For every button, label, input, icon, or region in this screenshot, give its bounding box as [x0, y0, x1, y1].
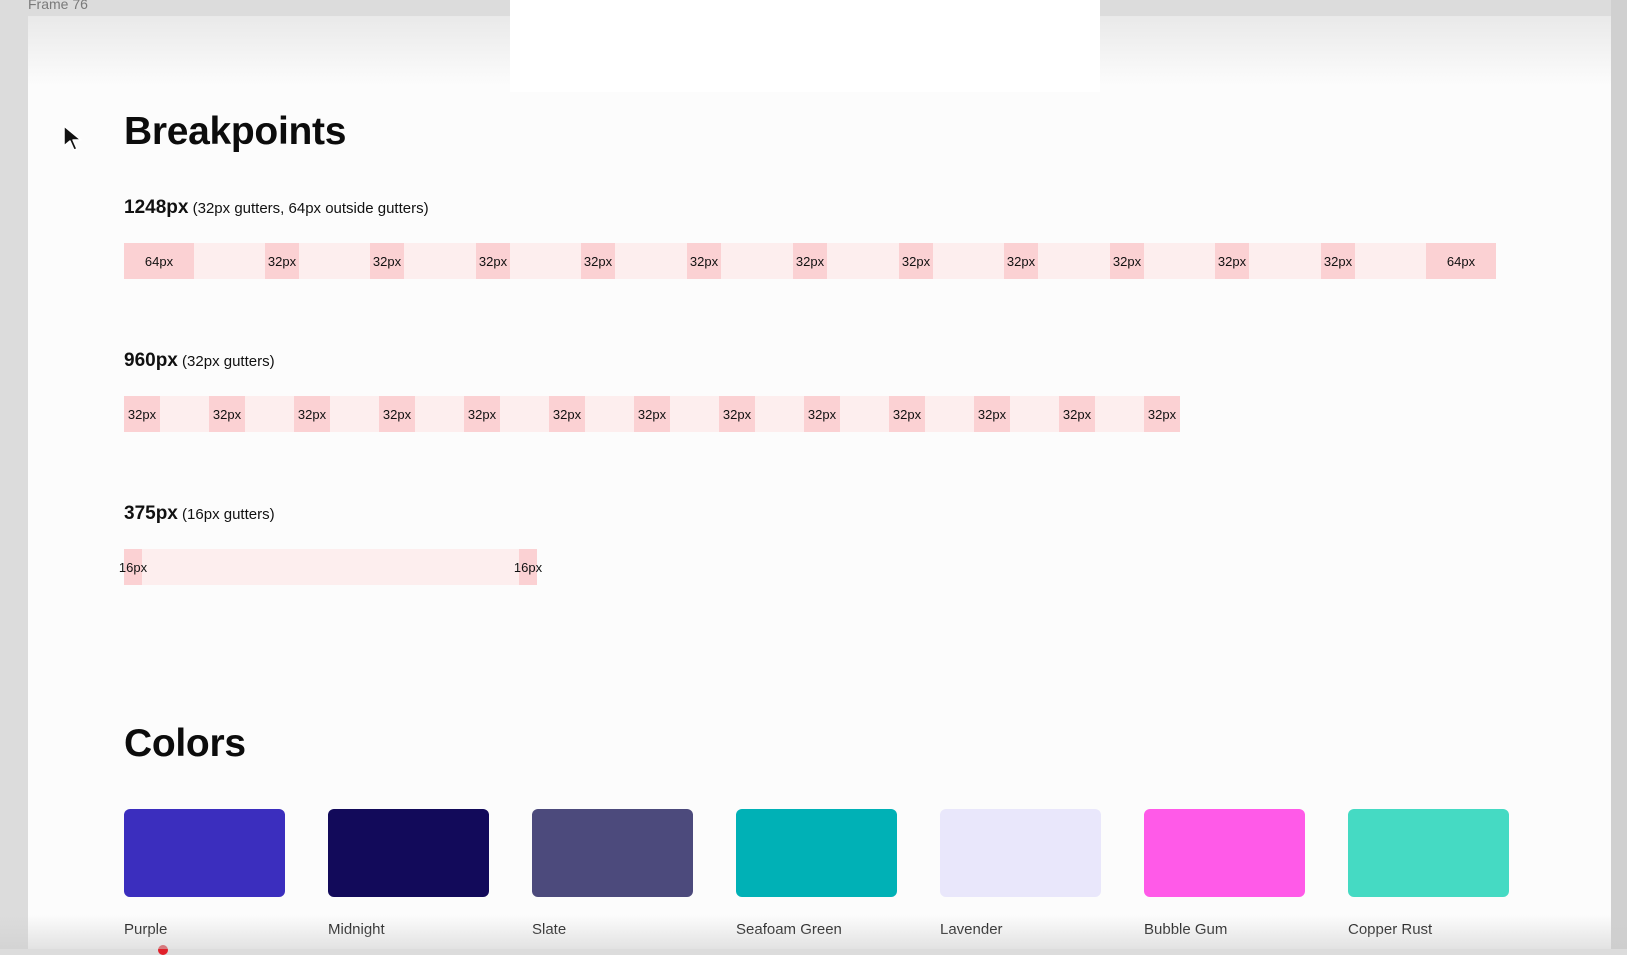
gutter-marker: 32px: [1215, 243, 1249, 279]
gutter-marker: 32px: [804, 396, 840, 432]
color-swatch[interactable]: [1144, 809, 1305, 897]
breakpoint-375-grid: 16px 16px: [119, 549, 542, 585]
gutter-marker: 32px: [634, 396, 670, 432]
color-swatch[interactable]: [1348, 809, 1509, 897]
gutter-marker: 32px: [687, 243, 721, 279]
breakpoint-note: (32px gutters, 64px outside gutters): [192, 200, 429, 217]
gutter-marker: 32px: [265, 243, 299, 279]
gutter-marker: 32px: [124, 396, 160, 432]
breakpoint-960-title: 960px (32px gutters): [124, 350, 275, 372]
gutter-marker: 32px: [974, 396, 1010, 432]
gutter-marker: 32px: [294, 396, 330, 432]
gutter-marker: 64px: [1426, 243, 1496, 279]
color-swatch-name: Slate: [532, 921, 567, 938]
gutter-marker: 16px: [119, 549, 147, 585]
gutter-marker: 32px: [370, 243, 404, 279]
gutter-marker: 32px: [549, 396, 585, 432]
breakpoint-note: (16px gutters): [182, 506, 275, 523]
breakpoint-note: (32px gutters): [182, 353, 275, 370]
colors-heading: Colors: [124, 722, 246, 765]
gutter-marker: 16px: [514, 549, 542, 585]
indicator-dot: [158, 945, 168, 955]
color-swatch-name: Lavender: [940, 921, 1003, 938]
color-swatch-name: Copper Rust: [1348, 921, 1433, 938]
color-swatch[interactable]: [940, 809, 1101, 897]
breakpoint-size: 1248px: [124, 197, 189, 218]
breakpoint-960-grid: 32px 32px 32px 32px 32px 32px 32px 32px 32px 32px…: [124, 396, 1180, 432]
canvas-edge: [1611, 0, 1627, 949]
gutter-marker: 32px: [719, 396, 755, 432]
color-swatch-name: Seafoam Green: [736, 921, 842, 938]
mouse-cursor-icon: [63, 125, 82, 151]
gutter-marker: 32px: [379, 396, 415, 432]
gutter-marker: 32px: [889, 396, 925, 432]
color-swatch-name: Midnight: [328, 921, 385, 938]
gutter-marker: 32px: [1144, 396, 1180, 432]
color-swatch[interactable]: [328, 809, 489, 897]
breakpoint-size: 375px: [124, 503, 178, 524]
gutter-marker: 32px: [899, 243, 933, 279]
gutter-marker: 32px: [793, 243, 827, 279]
gutter-marker: 32px: [476, 243, 510, 279]
overlay-panel: [510, 0, 1100, 92]
breakpoint-375-title: 375px (16px gutters): [124, 503, 275, 525]
color-swatch-name: Purple: [124, 921, 168, 938]
breakpoint-1248-title: 1248px (32px gutters, 64px outside gutte…: [124, 197, 429, 219]
color-swatch[interactable]: [124, 809, 285, 897]
gutter-marker: 32px: [1110, 243, 1144, 279]
gutter-marker: 64px: [124, 243, 194, 279]
gutter-marker: 32px: [209, 396, 245, 432]
gutter-marker: 32px: [1059, 396, 1095, 432]
gutter-marker: 32px: [581, 243, 615, 279]
frame-label[interactable]: Frame 76: [28, 0, 88, 12]
gutter-marker: 32px: [1004, 243, 1038, 279]
breakpoint-size: 960px: [124, 350, 178, 371]
breakpoints-heading: Breakpoints: [124, 110, 347, 153]
gutter-marker: 32px: [1321, 243, 1355, 279]
color-swatch[interactable]: [532, 809, 693, 897]
gutter-marker: 32px: [464, 396, 500, 432]
color-swatch-name: Bubble Gum: [1144, 921, 1228, 938]
color-swatch[interactable]: [736, 809, 897, 897]
breakpoint-1248-grid: 64px 32px 32px 32px 32px 32px 32px 32px 32px 32px…: [124, 243, 1496, 279]
